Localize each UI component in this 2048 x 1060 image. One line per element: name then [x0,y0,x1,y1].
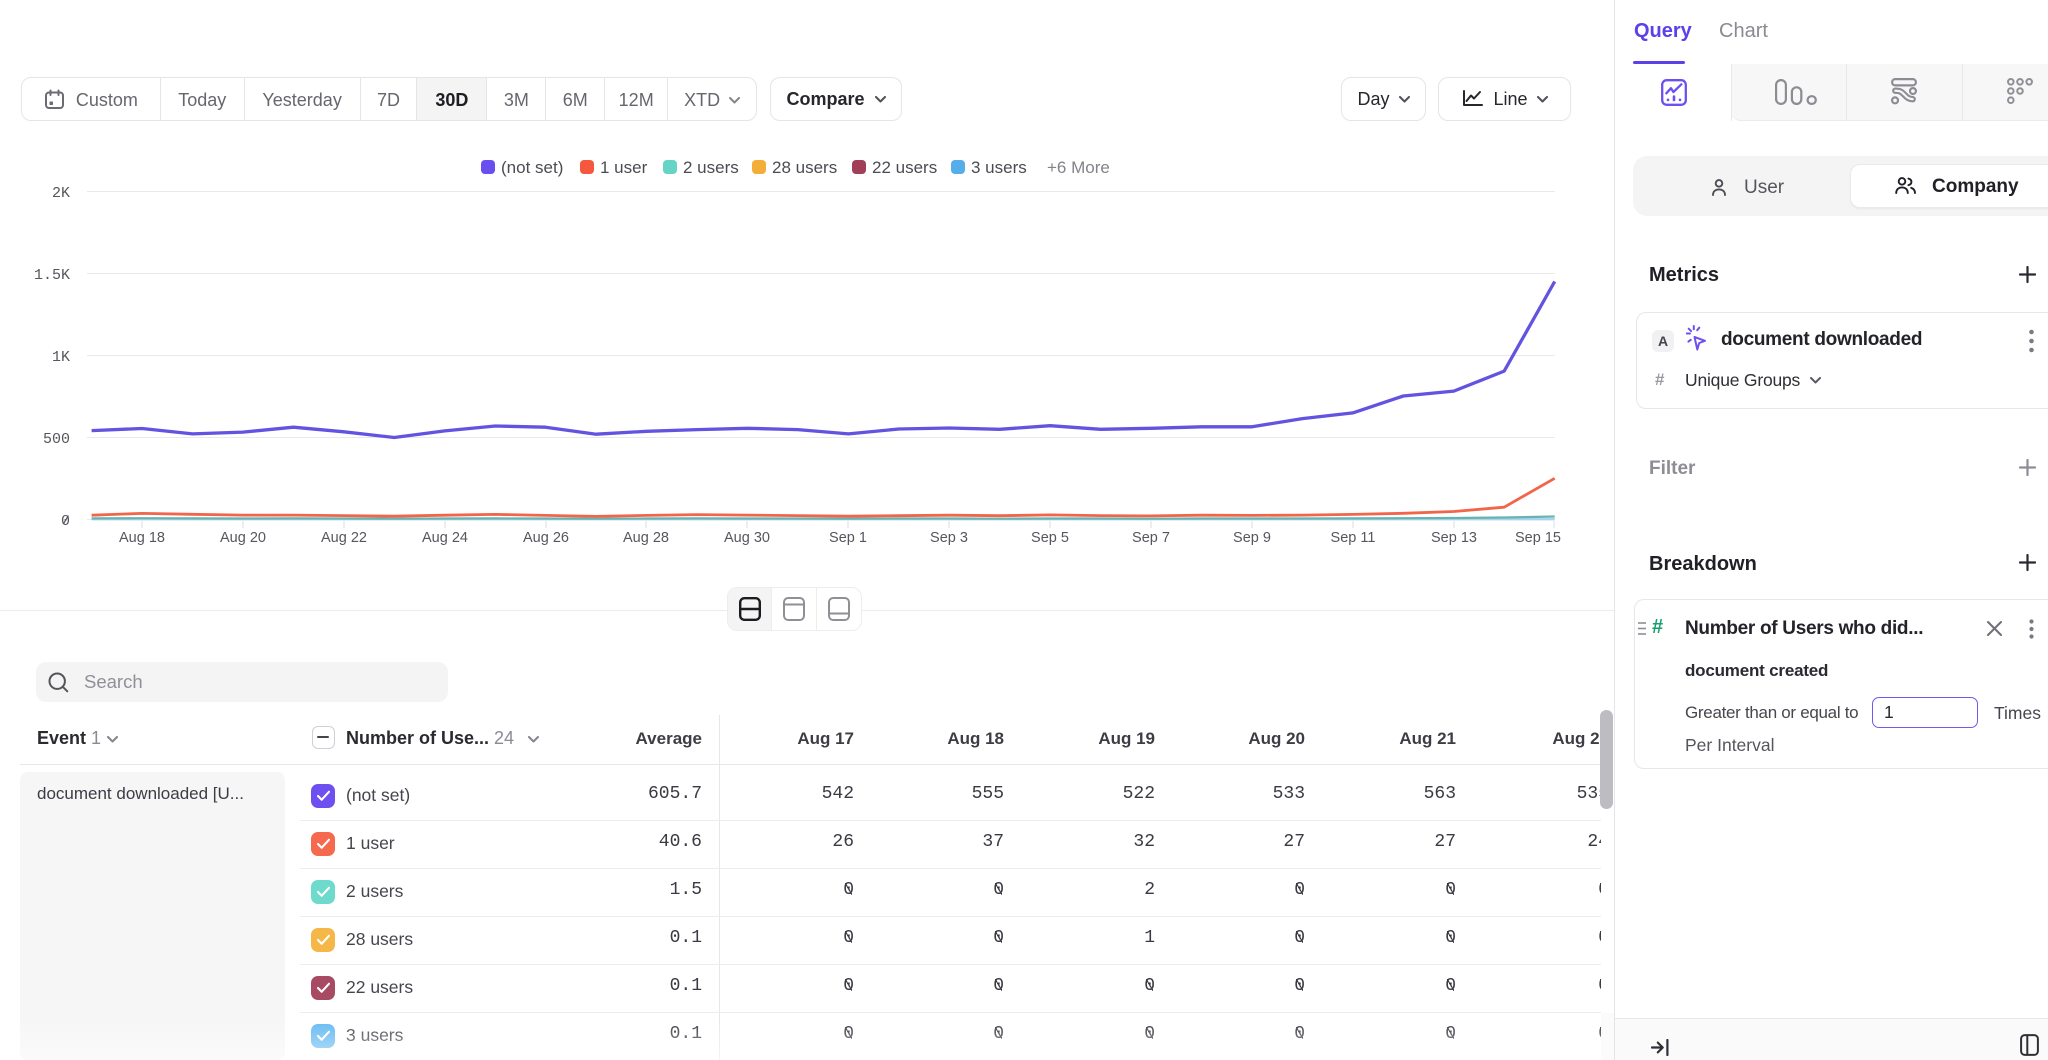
svg-text:2K: 2K [52,185,70,202]
svg-text:Aug 26: Aug 26 [523,530,569,546]
svg-text:Sep 1: Sep 1 [829,530,867,546]
svg-text:Aug 30: Aug 30 [724,530,770,546]
svg-text:Sep 11: Sep 11 [1331,530,1376,546]
svg-text:Sep 3: Sep 3 [930,530,968,546]
svg-text:Sep 9: Sep 9 [1233,530,1271,546]
svg-text:Aug 18: Aug 18 [119,530,165,546]
svg-text:Sep 7: Sep 7 [1132,530,1170,546]
svg-text:Sep 15: Sep 15 [1515,530,1561,546]
svg-text:Aug 22: Aug 22 [321,530,367,546]
svg-text:1K: 1K [52,349,70,366]
svg-text:Sep 5: Sep 5 [1031,530,1069,546]
svg-text:1.5K: 1.5K [34,267,70,284]
svg-text:Aug 20: Aug 20 [220,530,266,546]
svg-text:500: 500 [43,431,70,448]
svg-text:Aug 28: Aug 28 [623,530,669,546]
svg-text:Aug 24: Aug 24 [422,530,468,546]
svg-text:Sep 13: Sep 13 [1431,530,1477,546]
